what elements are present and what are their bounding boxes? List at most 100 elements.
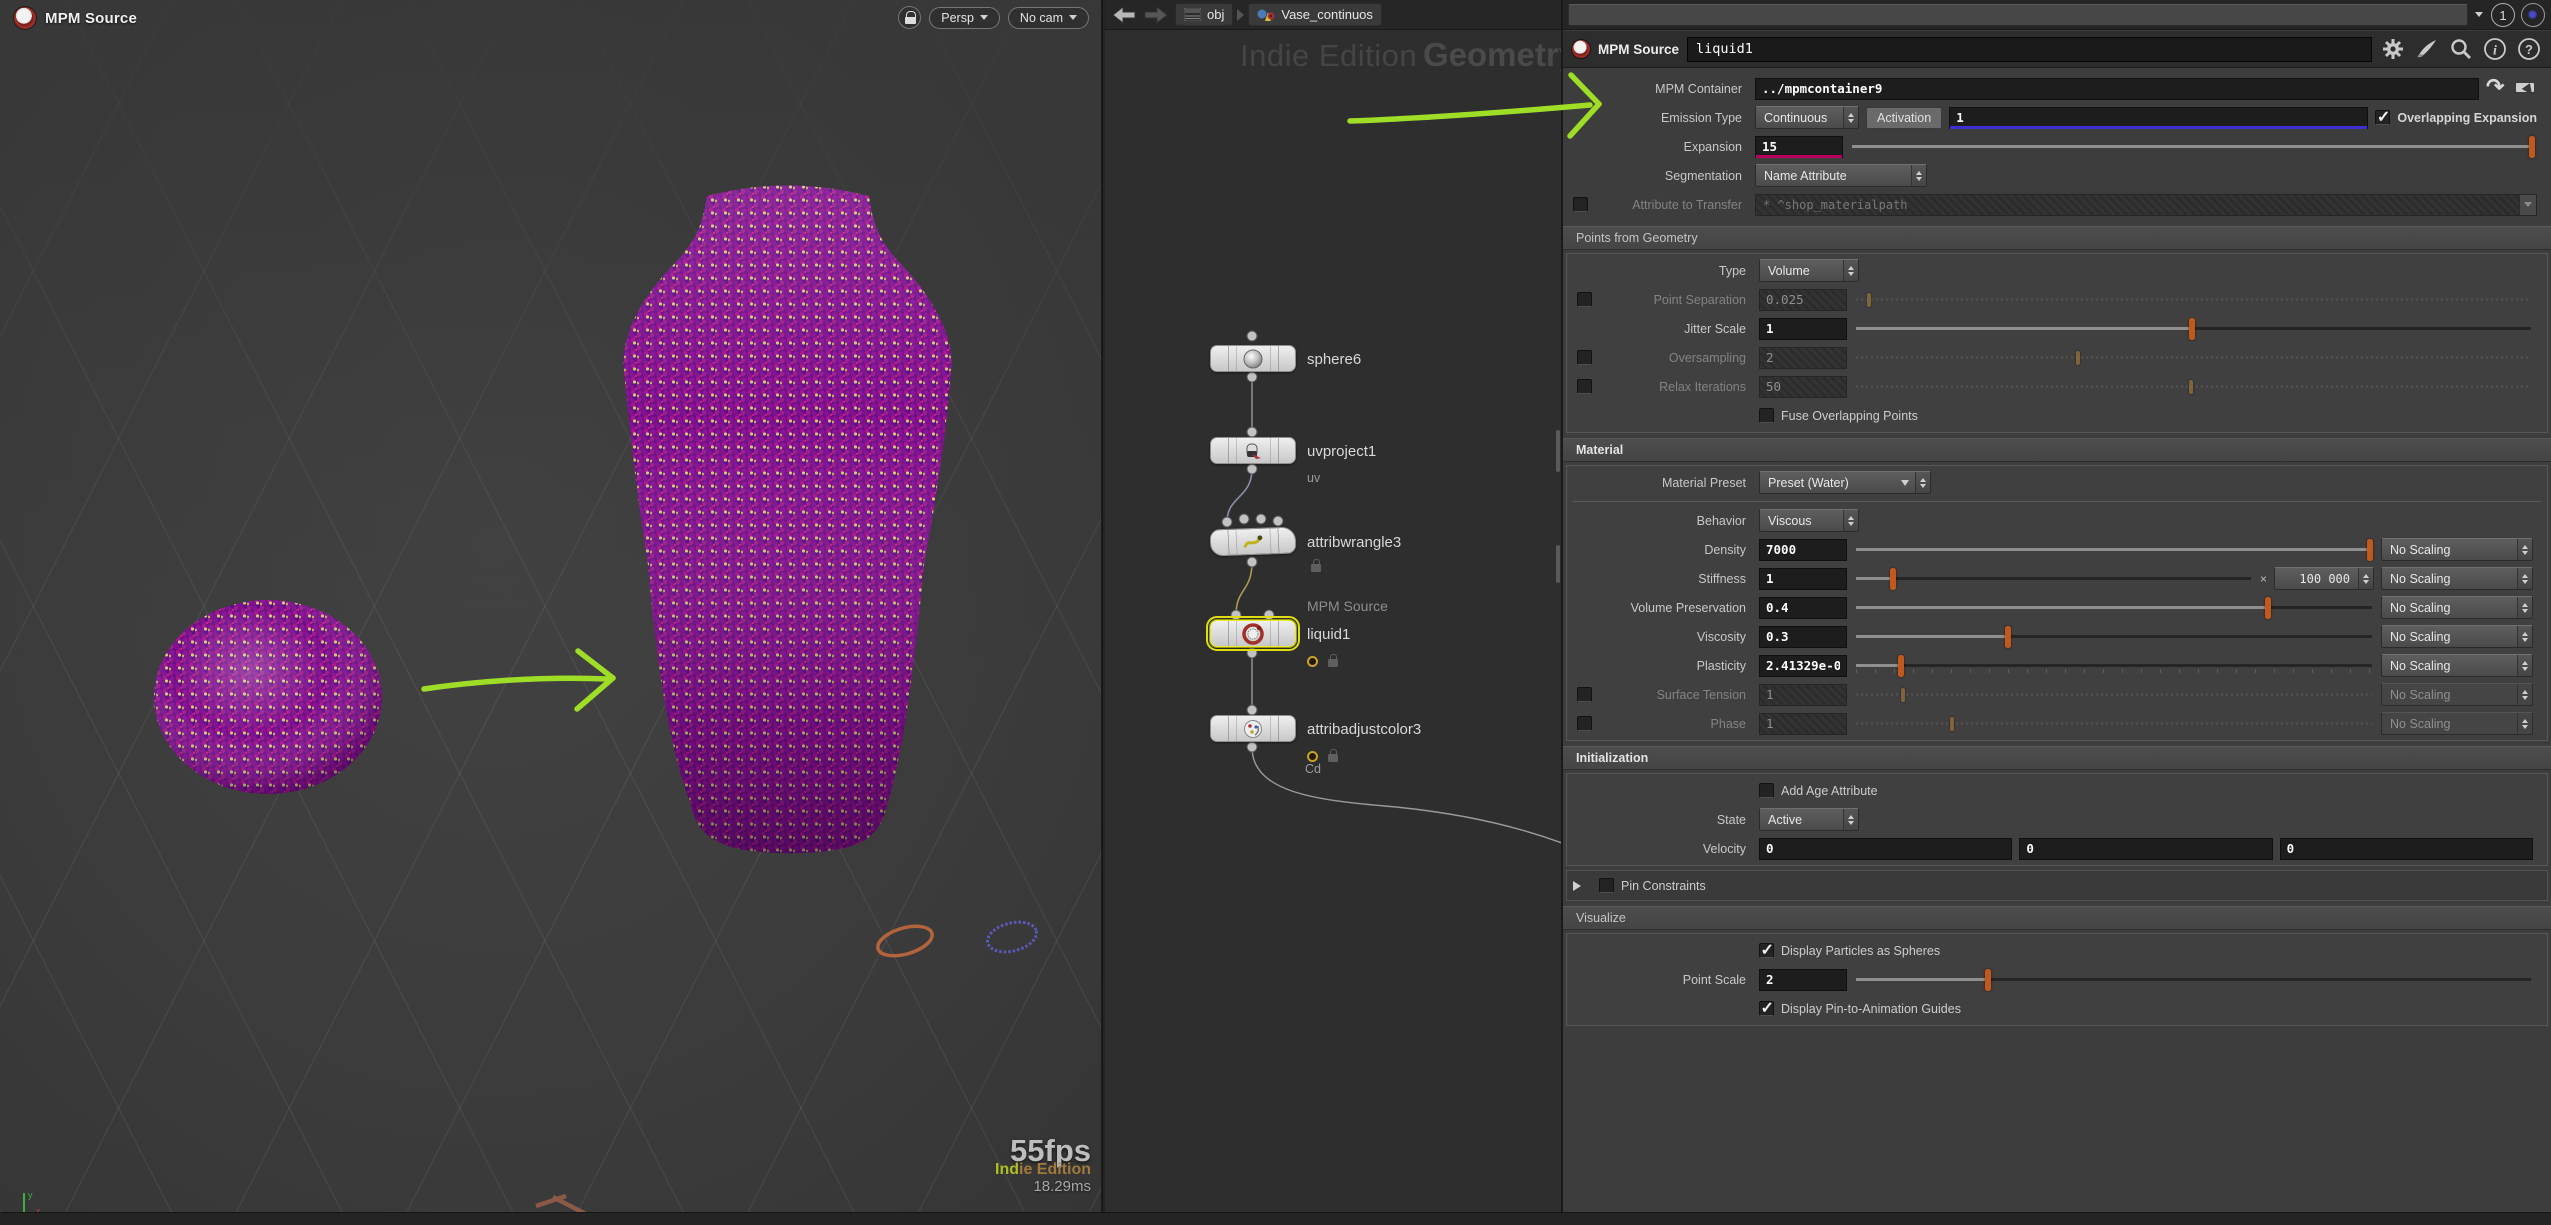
spinner-icon[interactable] (2517, 568, 2532, 589)
scaling-dropdown[interactable]: No Scaling (2381, 538, 2533, 561)
node-liquid1[interactable] (1210, 620, 1296, 647)
forward-icon[interactable] (1143, 5, 1169, 25)
enable-checkbox[interactable] (1577, 292, 1592, 307)
enable-checkbox[interactable] (1577, 350, 1592, 365)
dropdown[interactable]: Viscous (1759, 509, 1859, 532)
value-field[interactable]: 0.4 (1759, 597, 1847, 619)
network-editor[interactable]: Indie Edition Geometry (1105, 0, 1563, 1212)
value-field[interactable]: 0 (2019, 838, 2272, 860)
value-field[interactable]: 0.3 (1759, 626, 1847, 648)
slider[interactable] (1854, 654, 2374, 678)
multiplier-field[interactable]: 100 000 (2274, 567, 2374, 590)
camera-menu-button[interactable]: No cam (1008, 7, 1089, 29)
dropdown[interactable]: Volume (1759, 259, 1859, 282)
node-label[interactable]: attribwrangle3 (1307, 534, 1401, 551)
node-attribadjustcolor3[interactable] (1210, 715, 1296, 742)
value-field[interactable]: 1 (1949, 107, 2368, 129)
spinner-icon[interactable] (1843, 809, 1858, 830)
slider[interactable] (1850, 135, 2537, 159)
section-header[interactable]: Initialization (1563, 746, 2551, 770)
slider[interactable] (1854, 317, 2533, 341)
slider-handle[interactable] (1890, 568, 1896, 590)
value-field[interactable]: 1 (1759, 318, 1847, 340)
gear-icon[interactable] (2380, 36, 2406, 62)
spinner-icon[interactable] (2517, 597, 2532, 618)
spinner-icon[interactable] (1915, 472, 1930, 493)
node-attribwrangle3[interactable] (1210, 527, 1297, 557)
checkbox[interactable] (1759, 408, 1774, 423)
slider-handle[interactable] (2189, 318, 2195, 340)
spinner-icon[interactable] (1843, 107, 1858, 128)
enable-checkbox[interactable] (1577, 687, 1592, 702)
help-icon[interactable]: ? (2516, 36, 2542, 62)
persp-menu-button[interactable]: Persp (929, 7, 1000, 29)
search-icon[interactable] (2448, 36, 2474, 62)
jump-arrow-icon[interactable] (2486, 80, 2508, 98)
chevron-down-icon[interactable] (2475, 12, 2483, 17)
spinner-icon[interactable] (2517, 539, 2532, 560)
spinner-icon[interactable] (2517, 713, 2532, 734)
value-field[interactable]: 1 (1759, 568, 1847, 590)
network-scrollbar[interactable] (1556, 430, 1560, 472)
recent-node-field[interactable] (1568, 4, 2468, 26)
node-name-field[interactable]: liquid1 (1687, 37, 2372, 62)
slider-handle[interactable] (2265, 597, 2271, 619)
dropdown[interactable]: Preset (Water) (1759, 471, 1931, 494)
slider[interactable] (1854, 625, 2374, 649)
expander-icon[interactable] (1573, 881, 1581, 891)
value-field[interactable]: 7000 (1759, 539, 1847, 561)
menu-button[interactable] (2519, 195, 2536, 215)
info-icon[interactable]: i (2482, 36, 2508, 62)
scaling-dropdown[interactable]: No Scaling (2381, 625, 2533, 648)
back-icon[interactable] (1111, 5, 1137, 25)
spinner-icon[interactable] (1843, 510, 1858, 531)
brush-icon[interactable] (2414, 36, 2440, 62)
dropdown[interactable]: Continuous (1755, 106, 1859, 129)
node-label[interactable]: liquid1 (1307, 626, 1350, 643)
slider[interactable] (1854, 567, 2253, 591)
node-label[interactable]: uvproject1 (1307, 443, 1376, 460)
tab-count-button[interactable]: 1 (2491, 3, 2515, 27)
viewport-lock-icon[interactable] (898, 6, 921, 29)
scaling-dropdown[interactable]: No Scaling (2381, 596, 2533, 619)
spinner-icon[interactable] (2517, 684, 2532, 705)
value-field[interactable]: 2.41329e-0 (1759, 655, 1847, 677)
slider-handle[interactable] (1985, 969, 1991, 991)
node-uvproject1[interactable] (1210, 437, 1296, 464)
dropdown[interactable]: Name Attribute (1755, 164, 1927, 187)
slider[interactable] (1854, 538, 2374, 562)
checkbox[interactable] (1759, 943, 1774, 958)
value-field[interactable]: 2 (1759, 969, 1847, 991)
node-label[interactable]: attribadjustcolor3 (1307, 721, 1421, 738)
breadcrumb-node[interactable]: Vase_continuos (1248, 3, 1382, 26)
section-header[interactable]: Points from Geometry (1563, 226, 2551, 250)
value-field[interactable]: 15 (1755, 136, 1843, 158)
dropdown[interactable]: Active (1759, 808, 1859, 831)
spinner-icon[interactable] (1843, 260, 1858, 281)
spinner-icon[interactable] (2358, 568, 2373, 589)
checkbox[interactable] (2375, 110, 2390, 125)
checkbox[interactable] (1599, 878, 1614, 893)
checkbox[interactable] (1759, 783, 1774, 798)
value-field[interactable]: 0 (2280, 838, 2533, 860)
slider-handle[interactable] (2367, 539, 2373, 561)
enable-checkbox[interactable] (1573, 197, 1588, 212)
section-header[interactable]: Material (1563, 438, 2551, 462)
spinner-icon[interactable] (1911, 165, 1926, 186)
pin-target-icon[interactable] (2521, 3, 2545, 27)
value-field[interactable]: 0 (1759, 838, 2012, 860)
scaling-dropdown[interactable]: No Scaling (2381, 567, 2533, 590)
checkbox[interactable] (1759, 1001, 1774, 1016)
node-sphere6[interactable] (1210, 345, 1296, 372)
slider[interactable] (1854, 596, 2374, 620)
spinner-icon[interactable] (2517, 626, 2532, 647)
slider-handle[interactable] (2529, 136, 2535, 158)
node-label[interactable]: sphere6 (1307, 351, 1361, 368)
enable-checkbox[interactable] (1577, 716, 1592, 731)
slider-handle[interactable] (1898, 655, 1904, 677)
enable-checkbox[interactable] (1577, 379, 1592, 394)
scene-viewport[interactable]: y x MPM Source Persp No cam 55fps Indie … (0, 0, 1103, 1212)
slider[interactable] (1854, 968, 2533, 992)
network-scrollbar[interactable] (1556, 545, 1560, 583)
slider-handle[interactable] (2005, 626, 2011, 648)
